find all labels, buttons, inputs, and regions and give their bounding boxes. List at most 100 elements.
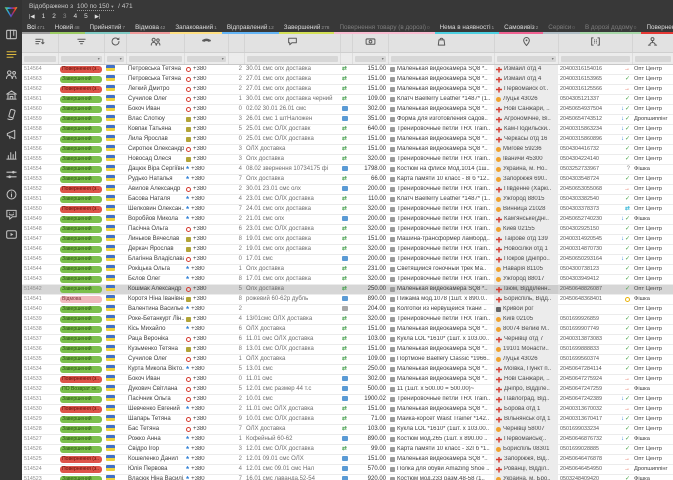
table-row[interactable]: 514556 Завершений Сиротюк Олександр +380 3 ОЛ… <box>22 144 673 155</box>
table-row[interactable]: 514548 Завершений Пасічна Ольга +380 6 23.01 … <box>22 224 673 235</box>
status-column-header[interactable] <box>58 34 105 53</box>
tab-services[interactable]: Сервіси0 <box>543 23 580 34</box>
price-column-header[interactable] <box>352 34 389 53</box>
product-filter-input[interactable] <box>390 55 492 62</box>
table-row[interactable]: 514546 Завершений Деркач Ярослав +380 2 19.01… <box>22 244 673 255</box>
page-2[interactable]: 2 <box>52 12 56 22</box>
delivery-column-header[interactable] <box>494 34 559 53</box>
page-5[interactable]: 5 <box>84 12 88 22</box>
table-row[interactable]: 514537 Завершений Раца Вероніка +380 6 11.01 … <box>22 334 673 345</box>
tab-packed[interactable]: Запакований1 <box>170 23 222 34</box>
table-row[interactable]: 514545 Завершений Благінна Владіслава +380 0… <box>22 254 673 265</box>
id-column-header[interactable] <box>22 34 59 53</box>
client-column-header[interactable] <box>126 34 185 53</box>
table-row[interactable]: 514554 Завершений Дацюк Віра Сергіївна * +38… <box>22 164 673 175</box>
tab-all[interactable]: Всі471 <box>22 23 50 34</box>
table-row[interactable]: 514540 Завершений Валентина Василье.. * +380… <box>22 304 673 315</box>
page-4[interactable]: 4 <box>74 12 78 22</box>
table-row[interactable]: 514559 Завершений Влас Слотюу +380 3 26.01 см… <box>22 114 673 125</box>
table-row[interactable]: 514555 Завершений Новосад Олеся +380 3 Олх до… <box>22 154 673 165</box>
table-row[interactable]: 514526 Завершений Свідро Ігор * +380 3 12.01 с… <box>22 444 673 455</box>
table-row[interactable]: 514557 Завершений Лила Ярослав +380 0 25.01 с… <box>22 134 673 145</box>
sidebar-item-settings[interactable] <box>0 164 22 184</box>
tab-way-home[interactable]: В дорозі додому0 <box>579 23 642 34</box>
table-row[interactable]: 514531 Завершений Пасічник Ольга +380 2 10.01… <box>22 394 673 405</box>
table-row[interactable]: 514563 Завершений Петровська Тетяна +380 2 27… <box>22 74 673 85</box>
count-column-header[interactable] <box>228 34 245 53</box>
last-page-icon[interactable]: ▶| <box>95 12 101 22</box>
table-row[interactable]: 514534 Завершений Курта Микола Вікто.. * +38… <box>22 364 673 375</box>
client-filter-input[interactable] <box>128 55 182 62</box>
table-row[interactable]: 514523ЗавершенийВласюк Ніна Василі..*+38… <box>22 474 673 480</box>
ttn-filter-input[interactable] <box>560 55 630 62</box>
sidebar-item-info[interactable] <box>0 184 22 204</box>
table-row[interactable]: 514539 Завершений Роке-Бетанкурт Лін.. +380… <box>22 314 673 325</box>
channel-column-header[interactable] <box>632 34 673 53</box>
sidebar-item-clients[interactable] <box>0 64 22 84</box>
table-row[interactable]: 514553 Завершений Рудько Наталья * +380 7 Олх … <box>22 174 673 185</box>
sidebar-item-tutorials[interactable] <box>0 224 22 244</box>
id-filter-input[interactable] <box>24 55 56 62</box>
range-selector[interactable]: 100 по 150▼ <box>76 3 115 11</box>
page-1[interactable]: 1 <box>42 12 46 22</box>
tab-return-transit[interactable]: Повернення товару (в дорозі)0 <box>334 23 435 34</box>
sidebar-item-marketing[interactable] <box>0 124 22 144</box>
table-row[interactable]: 514533 Повернення (з.. Бокоч Иван +380 0 11.0… <box>22 374 673 385</box>
table-row[interactable]: 514552 Повернення (з.. Авилов Александр +38… <box>22 184 673 195</box>
sidebar-item-orders[interactable] <box>0 44 22 64</box>
tab-sent[interactable]: Відправлений12 <box>221 23 279 34</box>
tab-done[interactable]: Завершений278 <box>278 23 335 34</box>
table-row[interactable]: 514550 Повернення (з.. Шелковин Олексан.. *… <box>22 204 673 215</box>
table-row[interactable]: 514530 Повернення (з.. Шевченко Евгений * +3… <box>22 404 673 415</box>
table-row[interactable]: 514536 Завершений Кузьменко Тетяна +380 8 13.… <box>22 344 673 355</box>
table-row[interactable]: 514532 ПО Возврат ск.. Дукович Світлана +38… <box>22 384 673 395</box>
tab-returned[interactable]: Повернен <box>641 23 673 34</box>
table-row[interactable]: 514528 Завершений Бас Тетяна +380 7 ОЛХ доста… <box>22 424 673 435</box>
table-row[interactable]: 514527 Завершений Рожко Анна * +380 1 Кофейный… <box>22 434 673 445</box>
sales-channel: Опт Центр <box>632 244 673 255</box>
table-row[interactable]: 514529 Завершений Шапарь Тетяна +380 9 10.01 … <box>22 414 673 425</box>
flag-filter-input[interactable]: ▼ <box>106 55 124 62</box>
status-filter-input[interactable]: ▼ <box>60 55 102 62</box>
phone-filter-input[interactable]: ▼ <box>186 55 226 62</box>
table-row[interactable]: 514524 Повернення (з.. Юлія Первова * +380 4 1… <box>22 464 673 475</box>
table-row[interactable]: 514558 Завершений Ковпак Татьяна +380 5 25.01… <box>22 124 673 135</box>
tab-out-of-stock[interactable]: Нема в наявності1 <box>434 23 500 34</box>
table-row[interactable]: 514560 Завершений Бокоч Иван +380 0 02.02 30.… <box>22 104 673 115</box>
ttn-column-header[interactable] <box>558 34 633 53</box>
table-row[interactable]: 514543 Завершений Бєлов Олег * +380 8 17.01 см… <box>22 274 673 285</box>
table-row[interactable]: 514564 Повернення (з.. Петровська Тетяна +3… <box>22 64 673 75</box>
flag-column-header[interactable] <box>104 34 127 53</box>
table-row[interactable]: 514562 Повернення (з.. Легкий Дмитро +380 2 2… <box>22 84 673 95</box>
sidebar-item-statistics[interactable] <box>0 144 22 164</box>
table-row[interactable]: 514547 Завершений Линьков Вячеслав +380 8 19.… <box>22 234 673 245</box>
sidebar-item-company[interactable] <box>0 84 22 104</box>
table-row[interactable]: 514561 Завершений Сучилов Олег +380 1 30.01 с… <box>22 94 673 105</box>
table-row[interactable]: 514542 Завершений Кошмак Александр +380 5 Олх… <box>22 284 673 295</box>
message-count: 0 <box>228 134 244 145</box>
tab-accepted[interactable]: Прийнятий7 <box>84 23 131 34</box>
price-filter-input[interactable]: ▼ <box>354 55 386 62</box>
table-row[interactable]: 514541 Відмова Коротя Ніна Іванівна +380 8 ро… <box>22 294 673 305</box>
phone-column-header[interactable] <box>184 34 229 53</box>
channel-filter-input[interactable] <box>634 55 671 62</box>
tab-refused[interactable]: Відмова42 <box>130 23 171 34</box>
sidebar-item-support[interactable] <box>0 204 22 224</box>
olx-source-icon <box>186 417 191 422</box>
table-row[interactable]: 514551 Завершений Басова Наталя * +380 4 23.01… <box>22 194 673 205</box>
table-row[interactable]: 514538 Завершений Кісь Михайло * +380 6 ОЛХ до… <box>22 324 673 335</box>
table-row[interactable]: 514544 Завершений Рокіцька Ольга * +380 1 Олх … <box>22 264 673 275</box>
first-page-icon[interactable]: |◀ <box>29 12 35 22</box>
tab-pickup[interactable]: Самовивіз2 <box>499 23 544 34</box>
table-row[interactable]: 514549 Завершений Воробйов Микола * +380 2 21.… <box>22 214 673 225</box>
delivery-filter-input[interactable]: ▼ <box>496 55 556 62</box>
table-row[interactable]: 514525 Повернення (з.. Кошеленко Данил * +38… <box>22 454 673 465</box>
sidebar-item-sales[interactable] <box>0 104 22 124</box>
payment-column-header[interactable] <box>340 34 353 53</box>
sidebar-item-dashboard[interactable] <box>0 24 22 44</box>
comment-filter-input[interactable] <box>246 55 338 62</box>
comment-column-header[interactable] <box>244 34 341 53</box>
tab-new[interactable]: Новий48 <box>49 23 85 34</box>
product-column-header[interactable] <box>388 34 495 53</box>
table-row[interactable]: 514535 Завершений Сучилов Олег +380 1 ОЛХ дос… <box>22 354 673 365</box>
